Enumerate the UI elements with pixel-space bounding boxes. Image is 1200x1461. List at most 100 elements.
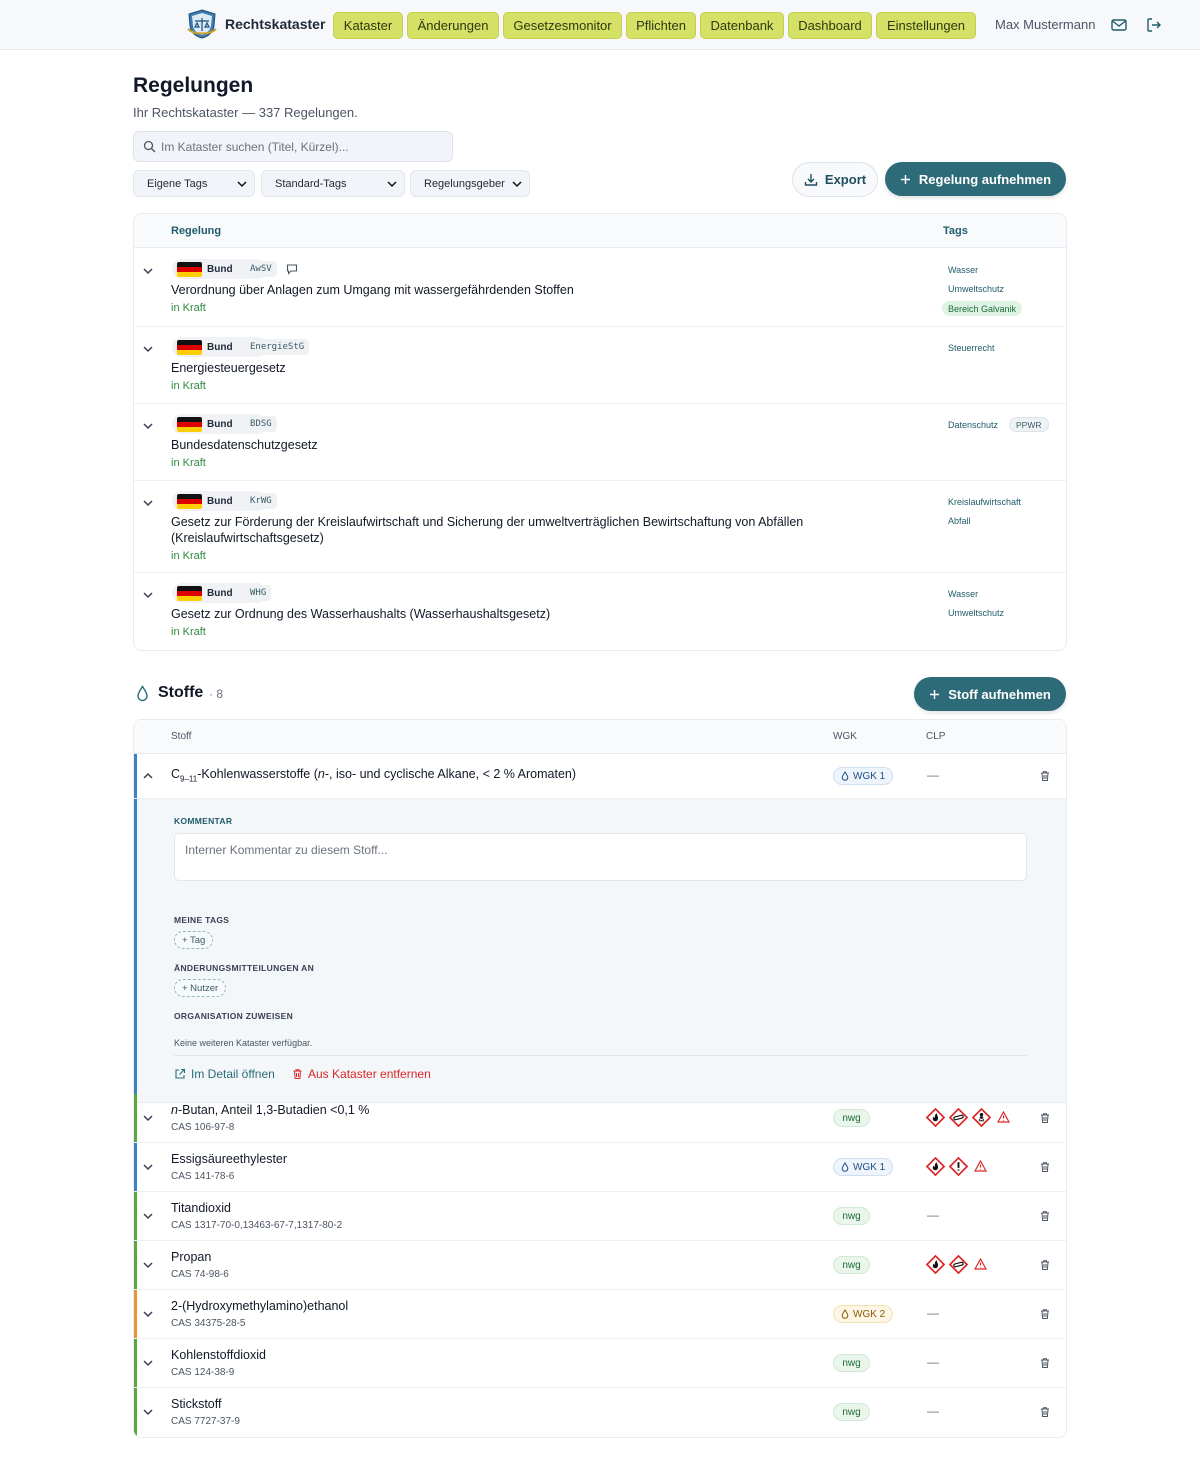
table-row[interactable]: Bund BDSG Bundesdatenschutzgesetz in Kra… (134, 404, 1066, 481)
table-row[interactable]: Stickstoff CAS 7727-37-9 nwg — (134, 1388, 1066, 1437)
nav-pflichten[interactable]: Pflichten (626, 12, 696, 39)
search-box[interactable] (133, 131, 453, 162)
tag[interactable]: Abfall (948, 516, 971, 526)
search-input[interactable] (161, 132, 451, 161)
tag[interactable]: Umweltschutz (948, 284, 1004, 294)
filter-regelungsgeber[interactable]: Regelungsgeber (410, 170, 530, 197)
logo[interactable] (186, 9, 218, 39)
add-tag-button[interactable]: + Tag (174, 931, 214, 949)
add-regulation-button[interactable]: Regelung aufnehmen (885, 162, 1066, 196)
regulation-title[interactable]: Gesetz zur Förderung der Kreislaufwirtsc… (171, 514, 803, 530)
chevron-down-icon[interactable] (142, 1259, 154, 1271)
table-row[interactable]: Bund KrWG Gesetz zur Förderung der Kreis… (134, 481, 1066, 573)
substance-name[interactable]: Titandioxid (171, 1201, 231, 1215)
trash-icon[interactable] (1039, 1210, 1051, 1222)
nav-kataster[interactable]: Kataster (333, 12, 403, 39)
add-substance-button[interactable]: Stoff aufnehmen (914, 677, 1066, 711)
chevron-down-icon[interactable] (142, 420, 154, 432)
chevron-down-icon (237, 181, 247, 188)
regulation-title-continued[interactable]: (Kreislaufwirtschaftsgesetz) (171, 530, 324, 546)
chevron-down-icon[interactable] (142, 1357, 154, 1369)
expanded-details: KOMMENTAR MEINE TAGS + Tag ÄNDERUNGSMITT… (134, 799, 1066, 1103)
table-row[interactable]: Essigsäureethylester CAS 141-78-6 WGK 1 (134, 1143, 1066, 1192)
nav-aenderungen[interactable]: Änderungen (407, 12, 499, 39)
substance-name[interactable]: Stickstoff (171, 1397, 221, 1411)
substance-name[interactable]: C9–11-Kohlenwasserstoffe (n-, iso- und c… (171, 767, 576, 784)
comment-textarea[interactable] (174, 833, 1027, 881)
comment-icon[interactable] (286, 263, 298, 275)
tag[interactable]: Umweltschutz (948, 608, 1004, 618)
mail-icon[interactable] (1110, 16, 1128, 34)
tag[interactable]: Steuerrecht (948, 343, 995, 353)
plus-icon (900, 174, 910, 184)
column-header-regelung[interactable]: Regelung (171, 225, 221, 237)
open-detail-link[interactable]: Im Detail öffnen (174, 1067, 275, 1081)
brand-name[interactable]: Rechtskataster (225, 16, 325, 32)
tag[interactable]: Kreislaufwirtschaft (948, 497, 1021, 507)
nav-gesetzesmonitor[interactable]: Gesetzesmonitor (503, 12, 622, 39)
table-row[interactable]: Propan CAS 74-98-6 nwg (134, 1241, 1066, 1290)
filter-eigene-tags[interactable]: Eigene Tags (133, 170, 255, 197)
nav-einstellungen[interactable]: Einstellungen (876, 12, 976, 39)
table-row[interactable]: Bund AwSV Verordnung über Anlagen zum Um… (134, 249, 1066, 327)
add-regulation-label: Regelung aufnehmen (918, 171, 1052, 187)
user-name[interactable]: Max Mustermann (995, 17, 1095, 32)
table-row[interactable]: Bund EnergieStG Energiesteuergesetz in K… (134, 327, 1066, 404)
column-header-clp[interactable]: CLP (926, 731, 945, 742)
column-header-tags[interactable]: Tags (943, 225, 968, 237)
chevron-down-icon[interactable] (142, 1406, 154, 1418)
regulation-title[interactable]: Gesetz zur Ordnung des Wasserhaushalts (… (171, 606, 550, 622)
substance-name[interactable]: 2-(Hydroxymethylamino)ethanol (171, 1299, 348, 1313)
table-row[interactable]: Bund WHG Gesetz zur Ordnung des Wasserha… (134, 573, 1066, 650)
add-user-button[interactable]: + Nutzer (174, 979, 227, 997)
wgk-badge: nwg (833, 1403, 870, 1421)
chevron-down-icon[interactable] (142, 589, 154, 601)
chevron-down-icon[interactable] (142, 1308, 154, 1320)
table-row[interactable]: Titandioxid CAS 1317-70-0,13463-67-7,131… (134, 1192, 1066, 1241)
wgk-badge: nwg (833, 1109, 870, 1127)
chevron-down-icon[interactable] (142, 343, 154, 355)
tag[interactable]: Wasser (948, 265, 978, 275)
chevron-up-icon[interactable] (142, 770, 154, 782)
chevron-down-icon[interactable] (142, 497, 154, 509)
regulation-title[interactable]: Bundesdatenschutzgesetz (171, 437, 318, 453)
trash-icon[interactable] (1039, 1357, 1051, 1369)
substance-name[interactable]: n-Butan, Anteil 1,3-Butadien <0,1 % (171, 1103, 369, 1117)
chevron-down-icon[interactable] (142, 1112, 154, 1124)
trash-icon[interactable] (1039, 1406, 1051, 1418)
page-subtitle: Ihr Rechtskataster — 337 Regelungen. (133, 105, 358, 120)
regulation-title[interactable]: Verordnung über Anlagen zum Umgang mit w… (171, 282, 574, 298)
nav-datenbank[interactable]: Datenbank (700, 12, 784, 39)
trash-icon[interactable] (1039, 1308, 1051, 1320)
substance-name[interactable]: Propan (171, 1250, 211, 1264)
nav-dashboard[interactable]: Dashboard (788, 12, 872, 39)
column-header-stoff[interactable]: Stoff (171, 731, 191, 742)
remove-link[interactable]: Aus Kataster entfernen (292, 1067, 431, 1081)
table-row[interactable]: 2-(Hydroxymethylamino)ethanol CAS 34375-… (134, 1290, 1066, 1339)
table-row[interactable]: Kohlenstoffdioxid CAS 124-38-9 nwg — (134, 1339, 1066, 1388)
table-row-expanded[interactable]: C9–11-Kohlenwasserstoffe (n-, iso- und c… (134, 754, 1066, 799)
organisation-note: Keine weiteren Kataster verfügbar. (174, 1038, 313, 1048)
wgk-color-bar (134, 1192, 137, 1240)
tag[interactable]: Wasser (948, 589, 978, 599)
regulation-title[interactable]: Energiesteuergesetz (171, 360, 286, 376)
tag-standard[interactable]: PPWR (1009, 417, 1049, 432)
table-row[interactable]: n-Butan, Anteil 1,3-Butadien <0,1 % CAS … (134, 1094, 1066, 1143)
substance-name[interactable]: Essigsäureethylester (171, 1152, 287, 1166)
column-header-wgk[interactable]: WGK (833, 731, 857, 742)
substance-name[interactable]: Kohlenstoffdioxid (171, 1348, 266, 1362)
tag[interactable]: Datenschutz (948, 420, 998, 430)
chevron-down-icon[interactable] (142, 1210, 154, 1222)
trash-icon[interactable] (1039, 1259, 1051, 1271)
droplet-icon (841, 1309, 849, 1319)
trash-icon[interactable] (1039, 1112, 1051, 1124)
tag-highlight[interactable]: Bereich Galvanik (942, 301, 1023, 316)
logout-icon[interactable] (1145, 16, 1163, 34)
chevron-down-icon[interactable] (142, 265, 154, 277)
chevron-down-icon[interactable] (142, 1161, 154, 1173)
wgk-color-bar (134, 1241, 137, 1289)
export-button[interactable]: Export (792, 162, 878, 197)
filter-standard-tags[interactable]: Standard-Tags (261, 170, 405, 197)
trash-icon[interactable] (1039, 1161, 1051, 1173)
trash-icon[interactable] (1039, 770, 1051, 782)
